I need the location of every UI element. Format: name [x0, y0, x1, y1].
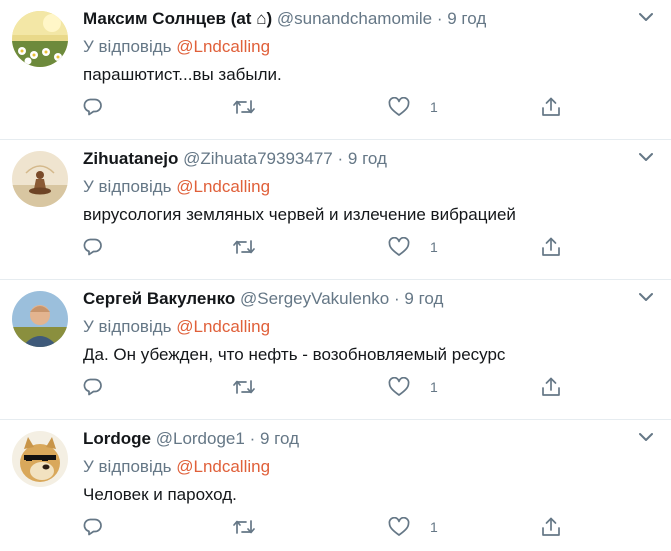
- separator-dot: ·: [249, 429, 256, 448]
- heart-icon: [388, 97, 410, 116]
- heart-icon: [388, 377, 410, 396]
- tweet-header: Максим Солнцев (at ⌂) @sunandchamomile ·…: [83, 8, 486, 30]
- tweet-actions: 1: [83, 376, 583, 398]
- reply-icon: [83, 98, 102, 116]
- tweet-header: Zihuatanejo @Zihuata79393477 · 9 год: [83, 148, 387, 170]
- share-icon: [542, 517, 560, 536]
- separator-dot: ·: [393, 289, 400, 308]
- reply-button[interactable]: [83, 516, 103, 538]
- reply-mention-link[interactable]: @Lndcalling: [176, 177, 270, 196]
- avatar[interactable]: [12, 291, 68, 347]
- tweet-feed: Максим Солнцев (at ⌂) @sunandchamomile ·…: [0, 0, 671, 551]
- tweet-text: Человек и пароход.: [83, 485, 237, 504]
- heart-icon: [388, 237, 410, 256]
- chevron-down-icon[interactable]: [639, 292, 653, 302]
- reply-icon: [83, 238, 102, 256]
- retweet-icon: [233, 520, 255, 534]
- share-icon: [542, 237, 560, 256]
- like-button[interactable]: 1: [388, 96, 438, 118]
- user-handle[interactable]: @SergeyVakulenko: [240, 289, 389, 308]
- user-handle[interactable]: @Lordoge1: [156, 429, 245, 448]
- separator-dot: ·: [337, 149, 344, 168]
- tweet-actions: 1: [83, 516, 583, 538]
- timestamp[interactable]: 9 год: [404, 289, 443, 308]
- like-count: 1: [430, 379, 438, 395]
- reply-context: У відповідь @Lndcalling: [83, 176, 270, 198]
- separator-dot: ·: [436, 9, 443, 28]
- display-name[interactable]: Сергей Вакуленко: [83, 289, 235, 308]
- share-button[interactable]: [541, 376, 561, 398]
- tweet-header: Lordoge @Lordoge1 · 9 год: [83, 428, 299, 450]
- chevron-down-icon[interactable]: [639, 432, 653, 442]
- reply-mention-link[interactable]: @Lndcalling: [176, 317, 270, 336]
- reply-mention-link[interactable]: @Lndcalling: [176, 37, 270, 56]
- reply-button[interactable]: [83, 96, 103, 118]
- reply-button[interactable]: [83, 376, 103, 398]
- share-icon: [542, 97, 560, 116]
- share-button[interactable]: [541, 236, 561, 258]
- chevron-down-icon[interactable]: [639, 152, 653, 162]
- retweet-button[interactable]: [232, 96, 256, 118]
- tweet-header: Сергей Вакуленко @SergeyVakulenko · 9 го…: [83, 288, 443, 310]
- tweet[interactable]: Максим Солнцев (at ⌂) @sunandchamomile ·…: [0, 0, 671, 140]
- timestamp[interactable]: 9 год: [348, 149, 387, 168]
- tweet[interactable]: Сергей Вакуленко @SergeyVakulenko · 9 го…: [0, 280, 671, 420]
- display-name[interactable]: Максим Солнцев (at ⌂): [83, 9, 272, 28]
- tweet-text: парашютист...вы забыли.: [83, 65, 282, 84]
- reply-prefix: У відповідь: [83, 317, 172, 336]
- timestamp[interactable]: 9 год: [260, 429, 299, 448]
- reply-prefix: У відповідь: [83, 457, 172, 476]
- tweet[interactable]: Zihuatanejo @Zihuata79393477 · 9 год У в…: [0, 140, 671, 280]
- retweet-icon: [233, 240, 255, 254]
- like-button[interactable]: 1: [388, 516, 438, 538]
- reply-icon: [83, 378, 102, 396]
- tweet-actions: 1: [83, 236, 583, 258]
- like-count: 1: [430, 239, 438, 255]
- retweet-button[interactable]: [232, 236, 256, 258]
- avatar[interactable]: [12, 151, 68, 207]
- reply-context: У відповідь @Lndcalling: [83, 36, 270, 58]
- share-button[interactable]: [541, 96, 561, 118]
- display-name[interactable]: Lordoge: [83, 429, 151, 448]
- retweet-button[interactable]: [232, 516, 256, 538]
- timestamp[interactable]: 9 год: [447, 9, 486, 28]
- reply-context: У відповідь @Lndcalling: [83, 456, 270, 478]
- reply-icon: [83, 518, 102, 536]
- heart-icon: [388, 517, 410, 536]
- avatar[interactable]: [12, 431, 68, 487]
- like-count: 1: [430, 519, 438, 535]
- tweet-text: вирусология земляных червей и излечение …: [83, 205, 516, 224]
- share-icon: [542, 377, 560, 396]
- retweet-button[interactable]: [232, 376, 256, 398]
- retweet-icon: [233, 380, 255, 394]
- man-portrait-avatar-image: [12, 291, 68, 347]
- doge-sunglasses-avatar-image: [12, 431, 68, 487]
- daisy-field-avatar-image: [12, 11, 68, 67]
- reply-button[interactable]: [83, 236, 103, 258]
- reply-context: У відповідь @Lndcalling: [83, 316, 270, 338]
- chevron-down-icon[interactable]: [639, 12, 653, 22]
- reply-prefix: У відповідь: [83, 37, 172, 56]
- avatar[interactable]: [12, 11, 68, 67]
- retweet-icon: [233, 100, 255, 114]
- tweet-actions: 1: [83, 96, 583, 118]
- reply-prefix: У відповідь: [83, 177, 172, 196]
- tweet[interactable]: Lordoge @Lordoge1 · 9 год У відповідь @L…: [0, 420, 671, 551]
- reply-mention-link[interactable]: @Lndcalling: [176, 457, 270, 476]
- like-button[interactable]: 1: [388, 376, 438, 398]
- display-name[interactable]: Zihuatanejo: [83, 149, 178, 168]
- tweet-text: Да. Он убежден, что нефть - возобновляем…: [83, 345, 506, 364]
- like-count: 1: [430, 99, 438, 115]
- share-button[interactable]: [541, 516, 561, 538]
- user-handle[interactable]: @Zihuata79393477: [183, 149, 333, 168]
- meditating-figure-avatar-image: [12, 151, 68, 207]
- like-button[interactable]: 1: [388, 236, 438, 258]
- user-handle[interactable]: @sunandchamomile: [277, 9, 432, 28]
